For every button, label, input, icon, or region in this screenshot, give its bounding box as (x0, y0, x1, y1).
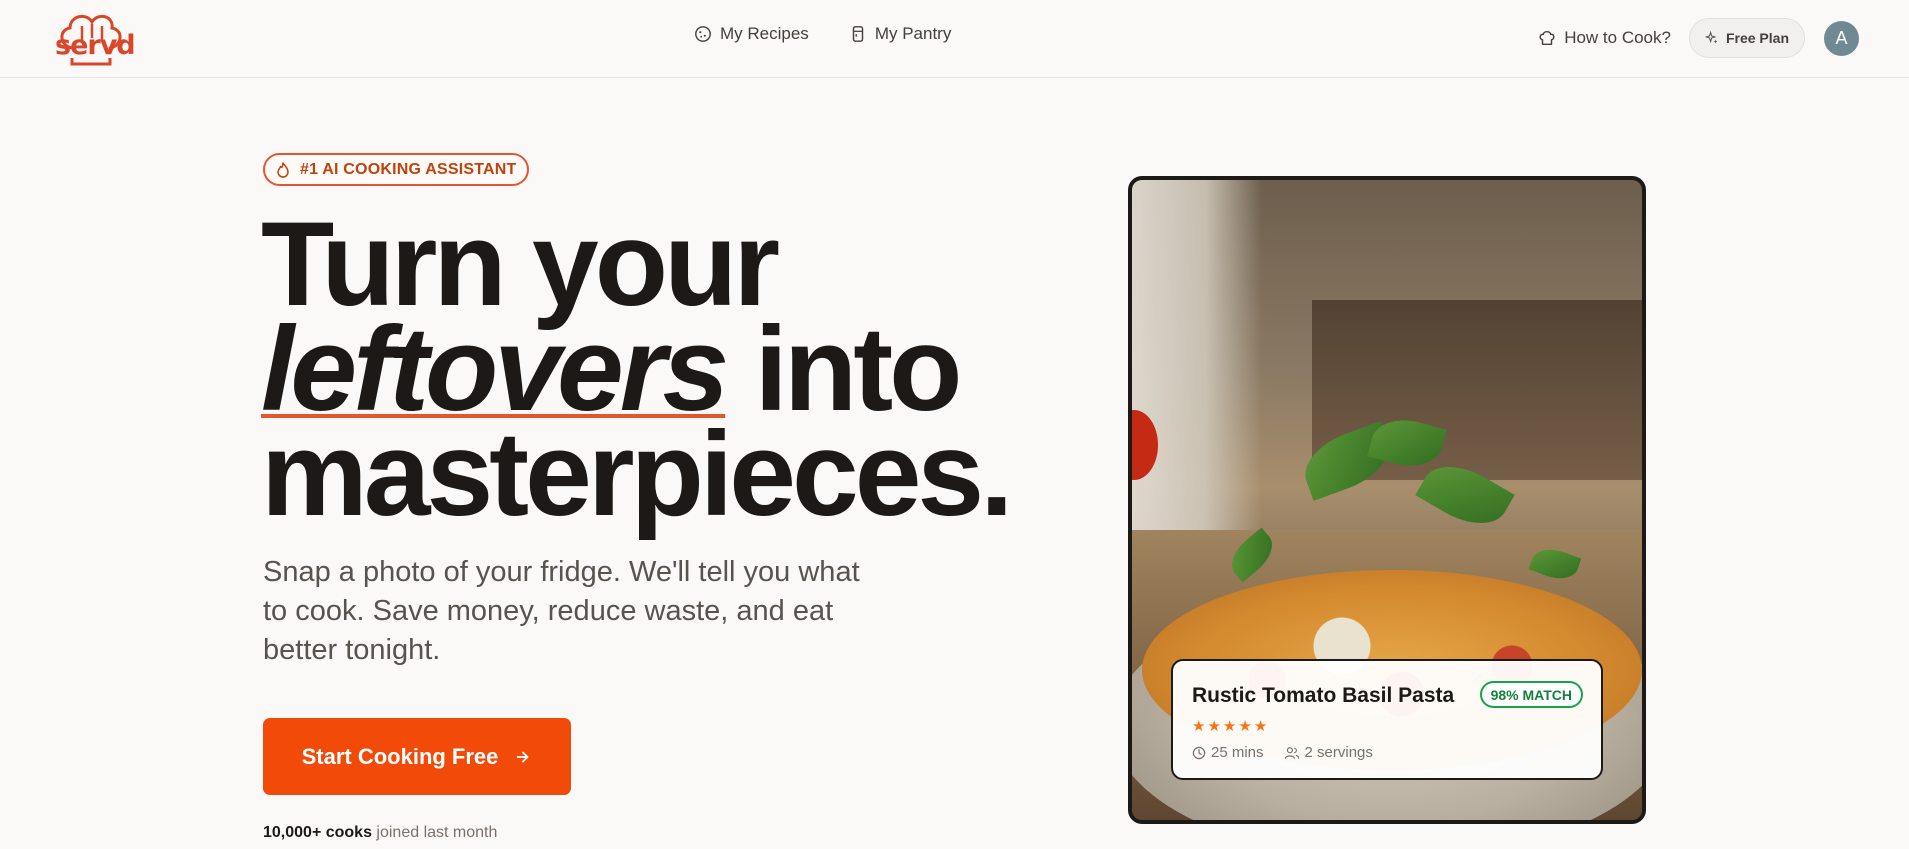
social-proof: 10,000+ cooks joined last month (263, 824, 497, 842)
main-nav: My Recipes My Pantry (694, 24, 951, 44)
nav-my-recipes[interactable]: My Recipes (694, 24, 809, 44)
hero-badge: #1 AI COOKING ASSISTANT (263, 153, 530, 186)
nav-my-pantry[interactable]: My Pantry (849, 24, 952, 44)
star-icon: ★ (1238, 718, 1252, 735)
chef-hat-icon (1539, 30, 1555, 46)
star-icon: ★ (1192, 718, 1206, 735)
recipe-servings: 2 servings (1284, 744, 1373, 761)
sparkles-icon (1704, 31, 1718, 44)
star-icon: ★ (1207, 718, 1221, 735)
social-proof-text: joined last month (371, 824, 498, 841)
recipe-meta: 25 mins 2 servings (1192, 744, 1373, 761)
recipe-servings-label: 2 servings (1304, 744, 1373, 761)
users-icon (1284, 746, 1299, 759)
recipe-title: Rustic Tomato Basil Pasta (1192, 684, 1455, 707)
star-icon: ★ (1253, 718, 1268, 735)
jar-icon (852, 26, 864, 42)
clock-icon (1192, 746, 1206, 759)
start-cooking-label: Start Cooking Free (301, 743, 499, 769)
logo-wordmark: servd (55, 30, 136, 61)
hero-subtext: Snap a photo of your fridge. We'll tell … (263, 556, 860, 666)
top-navbar: servd My Recipes My Pantry How to Cook? … (0, 0, 1909, 78)
nav-right-group: How to Cook? Free Plan A (1538, 18, 1859, 58)
cookie-icon (695, 26, 711, 42)
star-icon: ★ (1222, 718, 1237, 735)
recipe-time-label: 25 mins (1211, 744, 1264, 761)
nav-how-to-cook[interactable]: How to Cook? (1538, 28, 1671, 48)
recipe-card[interactable]: Rustic Tomato Basil Pasta 98% MATCH ★ ★ … (1171, 659, 1603, 780)
free-plan-button[interactable]: Free Plan (1688, 18, 1805, 58)
hero-badge-label: #1 AI COOKING ASSISTANT (300, 160, 517, 178)
start-cooking-button[interactable]: Start Cooking Free (263, 718, 571, 795)
nav-how-to-cook-label: How to Cook? (1564, 28, 1671, 47)
nav-my-recipes-label: My Recipes (720, 24, 809, 43)
photo-window-light (1132, 180, 1262, 560)
social-proof-count: 10,000+ cooks (263, 824, 372, 841)
user-avatar[interactable]: A (1824, 20, 1859, 56)
nav-my-pantry-label: My Pantry (874, 24, 952, 43)
hero-headline: Turn your leftovers into masterpieces. (261, 204, 1081, 541)
match-badge: 98% MATCH (1479, 681, 1583, 708)
rating-stars: ★ ★ ★ ★ ★ (1192, 719, 1267, 734)
recipe-time: 25 mins (1192, 744, 1264, 761)
flame-icon (277, 161, 289, 178)
arrow-right-icon (517, 751, 529, 762)
servd-logo[interactable]: servd (52, 10, 136, 68)
free-plan-label: Free Plan (1725, 30, 1789, 46)
headline-line-3: masterpieces. (261, 407, 1014, 541)
